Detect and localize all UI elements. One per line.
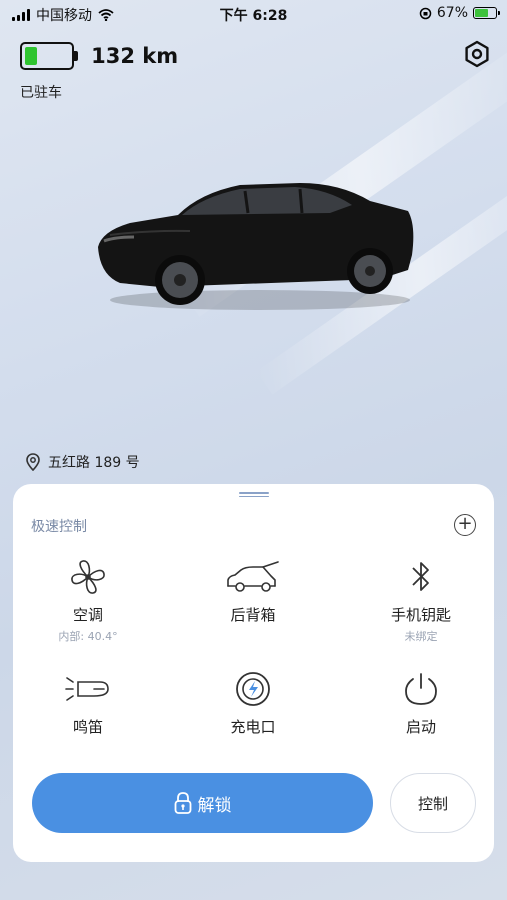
control-button[interactable]: 控制: [390, 773, 476, 833]
panel-title: 极速控制: [31, 519, 87, 535]
control-start[interactable]: 启动: [351, 670, 491, 737]
control-trunk-label: 后背箱: [230, 606, 276, 624]
power-icon: [405, 673, 437, 705]
fan-icon: [71, 560, 105, 594]
status-bar: 中国移动 下午 6:28 67%: [0, 0, 507, 28]
control-start-label: 启动: [405, 718, 436, 736]
vehicle-state: 已驻车: [20, 85, 62, 101]
control-trunk[interactable]: 后背箱: [183, 558, 323, 625]
charge-port-icon: [236, 672, 270, 706]
location-pin-icon: [26, 453, 40, 471]
bluetooth-icon: [412, 562, 429, 591]
vehicle-location[interactable]: 五红路 189 号: [26, 452, 140, 472]
battery-percent: 67%: [436, 5, 468, 21]
lock-icon: [174, 792, 191, 814]
control-horn-label: 鸣笛: [72, 718, 103, 736]
control-charge-port[interactable]: 充电口: [183, 670, 323, 737]
unlock-label: 解锁: [197, 795, 232, 816]
control-label: 控制: [417, 794, 448, 813]
control-ac-label: 空调: [72, 606, 103, 624]
vehicle-header: 132 km 已驻车: [20, 42, 178, 102]
orientation-lock-icon: [419, 7, 432, 19]
control-phone-key[interactable]: 手机钥匙 未绑定: [351, 558, 491, 644]
unlock-button[interactable]: 解锁: [32, 773, 373, 833]
car-image: [98, 183, 414, 310]
drag-handle[interactable]: [239, 492, 269, 497]
settings-icon[interactable]: [463, 40, 491, 68]
location-text: 五红路 189 号: [48, 455, 140, 471]
quick-controls-panel: 极速控制 + 空调 内部: 40.4° 后背箱 手机钥匙 未绑定 鸣笛 充电口 …: [13, 484, 494, 862]
control-phone-key-sub: 未绑定: [404, 630, 438, 643]
status-right: 67%: [419, 5, 500, 21]
battery-icon: [473, 7, 500, 19]
control-phone-key-label: 手机钥匙: [390, 606, 451, 624]
vehicle-battery-icon: [20, 42, 78, 70]
control-ac-sub: 内部: 40.4°: [58, 630, 118, 643]
control-horn[interactable]: 鸣笛: [18, 670, 158, 737]
control-ac[interactable]: 空调 内部: 40.4°: [18, 558, 158, 644]
horn-icon: [65, 677, 109, 701]
add-control-button[interactable]: +: [454, 514, 476, 536]
trunk-icon: [227, 561, 279, 592]
range-value: 132 km: [91, 44, 179, 68]
control-charge-port-label: 充电口: [230, 718, 276, 736]
